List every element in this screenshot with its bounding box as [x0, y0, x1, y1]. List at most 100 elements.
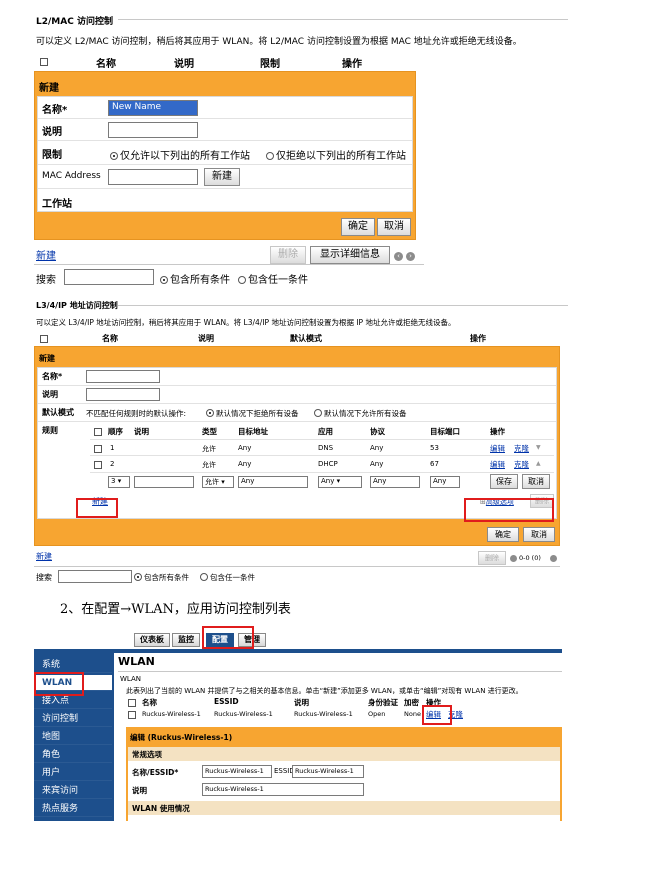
table-row: 2 允许 Any DHCP Any 67 编辑 克隆 ▲: [90, 455, 554, 471]
rule-order-select[interactable]: 3 ▾: [108, 476, 130, 488]
l2-mac-new-button[interactable]: 新建: [204, 168, 240, 186]
sidebar-item-access-control[interactable]: 访问控制: [34, 711, 112, 727]
rule-clone-link[interactable]: 克隆: [514, 459, 529, 470]
rule-type-select[interactable]: 允许 ▾: [202, 476, 234, 488]
l3-name-input[interactable]: [86, 370, 160, 383]
tab-monitor[interactable]: 监控: [172, 633, 200, 647]
l2-search-all-radio[interactable]: [160, 276, 168, 284]
l2-ok-button[interactable]: 确定: [341, 218, 375, 236]
l3-select-all-checkbox[interactable]: [40, 335, 48, 343]
l3-desc-input[interactable]: [86, 388, 160, 401]
essid-input[interactable]: Ruckus-Wireless-1: [292, 765, 364, 778]
l2-search-bar: 搜索 包含所有条件 包含任一条件: [34, 268, 424, 286]
l3-mode-deny-radio[interactable]: [206, 409, 214, 417]
next-page-icon[interactable]: [550, 555, 557, 562]
l2-restrict-deny-text: 仅拒绝以下列出的所有工作站: [276, 151, 406, 162]
l2-mac-input[interactable]: [108, 169, 198, 185]
l2-restrict-deny-option[interactable]: 仅拒绝以下列出的所有工作站: [266, 147, 406, 162]
move-up-icon[interactable]: ▲: [536, 460, 541, 467]
wlan-col-essid: ESSID: [214, 697, 239, 706]
sidebar-item-roles[interactable]: 角色: [34, 747, 112, 763]
l2-mac-row: MAC Address 新建: [38, 165, 412, 189]
l3-mode-text: 不匹配任何规则时的默认操作:: [86, 409, 187, 418]
prev-page-icon[interactable]: ‹: [394, 252, 403, 261]
l2-name-input[interactable]: New Name: [108, 100, 198, 116]
l2-details-button[interactable]: 显示详细信息: [310, 246, 390, 264]
wlan-row-checkbox[interactable]: [128, 711, 136, 719]
l2-restrict-deny-radio[interactable]: [266, 152, 274, 160]
sidebar-item-maps[interactable]: 地图: [34, 729, 112, 745]
wlan-desc-input[interactable]: Ruckus-Wireless-1: [202, 783, 364, 796]
move-down-icon[interactable]: ▼: [536, 444, 541, 451]
l2-select-all-checkbox[interactable]: [40, 58, 48, 66]
l3-search-all-radio[interactable]: [134, 573, 142, 581]
rule-clone-link[interactable]: 克隆: [514, 443, 529, 454]
wlan-row-enc: None: [404, 710, 421, 718]
l3-table-header: 名称 说明 默认模式 操作: [36, 333, 560, 345]
l3-search-any-radio[interactable]: [200, 573, 208, 581]
l3-title-rule: [118, 305, 568, 306]
l2-desc-input[interactable]: [108, 122, 198, 138]
sidebar-item-system[interactable]: 系统: [34, 657, 112, 673]
table-row: Ruckus-Wireless-1 Ruckus-Wireless-1 Ruck…: [126, 709, 562, 721]
rule-app-select[interactable]: Any ▾: [318, 476, 362, 488]
sidebar-item-users[interactable]: 用户: [34, 765, 112, 781]
prev-page-icon[interactable]: [510, 555, 517, 562]
l2-desc-row: 说明: [38, 119, 412, 141]
l2-restrict-allow-option[interactable]: 仅允许以下列出的所有工作站: [110, 147, 250, 162]
rule-cancel-button[interactable]: 取消: [522, 474, 550, 489]
dropdown-arrow-icon: ▾: [336, 477, 341, 485]
name-essid-input[interactable]: Ruckus-Wireless-1: [202, 765, 272, 778]
rule-col-order: 顺序: [108, 427, 123, 436]
l3-delete-button[interactable]: 删除: [478, 551, 506, 565]
rule-checkbox[interactable]: [94, 461, 102, 469]
rule-dest-input[interactable]: Any: [238, 476, 308, 488]
l3-rules-select-all[interactable]: [94, 428, 102, 436]
rule-edit-link[interactable]: 编辑: [490, 459, 505, 470]
wlan-section-label: WLAN: [120, 675, 142, 683]
l3-search-bar: 搜索 包含所有条件 包含任一条件: [34, 569, 560, 585]
l2-cancel-button[interactable]: 取消: [377, 218, 411, 236]
rule-edit-link[interactable]: 编辑: [490, 443, 505, 454]
l2-delete-button[interactable]: 删除: [270, 246, 306, 264]
rule-save-button[interactable]: 保存: [490, 474, 518, 489]
next-page-icon[interactable]: ›: [406, 252, 415, 261]
l3-ok-button[interactable]: 确定: [487, 527, 519, 542]
rule-col-dest: 目标地址: [238, 427, 268, 436]
l3-name-row: 名称*: [38, 368, 556, 386]
wlan-desc-label: 说明: [132, 786, 147, 795]
rule-port-input[interactable]: Any: [430, 476, 460, 488]
sidebar-item-guest-access[interactable]: 来宾访问: [34, 783, 112, 799]
l3-mode-deny-option[interactable]: 默认情况下拒绝所有设备: [206, 408, 299, 419]
wlan-row-desc: Ruckus-Wireless-1: [294, 710, 353, 718]
l2-restrict-allow-radio[interactable]: [110, 152, 118, 160]
l3-mode-allow-option[interactable]: 默认情况下允许所有设备: [314, 408, 407, 419]
l3-cancel-button[interactable]: 取消: [523, 527, 555, 542]
l3-search-all-text: 包含所有条件: [144, 573, 189, 582]
wlan-edit-form: 常规选项 名称/ESSID* Ruckus-Wireless-1 ESSID R…: [128, 747, 560, 821]
table-row: 1 允许 Any DNS Any 53 编辑 克隆 ▼: [90, 439, 554, 455]
l3-new-link[interactable]: 新建: [36, 551, 52, 562]
l3-mode-allow-radio[interactable]: [314, 409, 322, 417]
wlan-row-essid: Ruckus-Wireless-1: [214, 710, 273, 718]
rule-desc-input[interactable]: [134, 476, 194, 488]
name-essid-label: 名称/ESSID*: [132, 768, 179, 777]
l3-search-label: 搜索: [36, 573, 52, 582]
l2-search-all-option[interactable]: 包含所有条件: [160, 271, 230, 286]
l3-description: 可以定义 L3/4/IP 地址访问控制，稍后将其应用于 WLAN。将 L3/4/…: [36, 318, 456, 327]
l3-search-input[interactable]: [58, 570, 132, 583]
wlan-select-all[interactable]: [128, 699, 136, 707]
l3-mode-deny-text: 默认情况下拒绝所有设备: [216, 409, 299, 418]
l2-search-any-option[interactable]: 包含任一条件: [238, 271, 308, 286]
l3-search-all-option[interactable]: 包含所有条件: [134, 572, 189, 583]
l2-search-any-radio[interactable]: [238, 276, 246, 284]
rule-checkbox[interactable]: [94, 445, 102, 453]
sidebar-item-hotspot[interactable]: 热点服务: [34, 801, 112, 817]
l2-title-rule: [118, 19, 568, 20]
l2-new-link[interactable]: 新建: [36, 247, 56, 262]
tab-dashboard[interactable]: 仪表板: [134, 633, 170, 647]
l2-search-input[interactable]: [64, 269, 154, 285]
rule-proto-input[interactable]: Any: [370, 476, 420, 488]
l3-search-any-option[interactable]: 包含任一条件: [200, 572, 255, 583]
l2-restrict-label: 限制: [42, 150, 62, 161]
